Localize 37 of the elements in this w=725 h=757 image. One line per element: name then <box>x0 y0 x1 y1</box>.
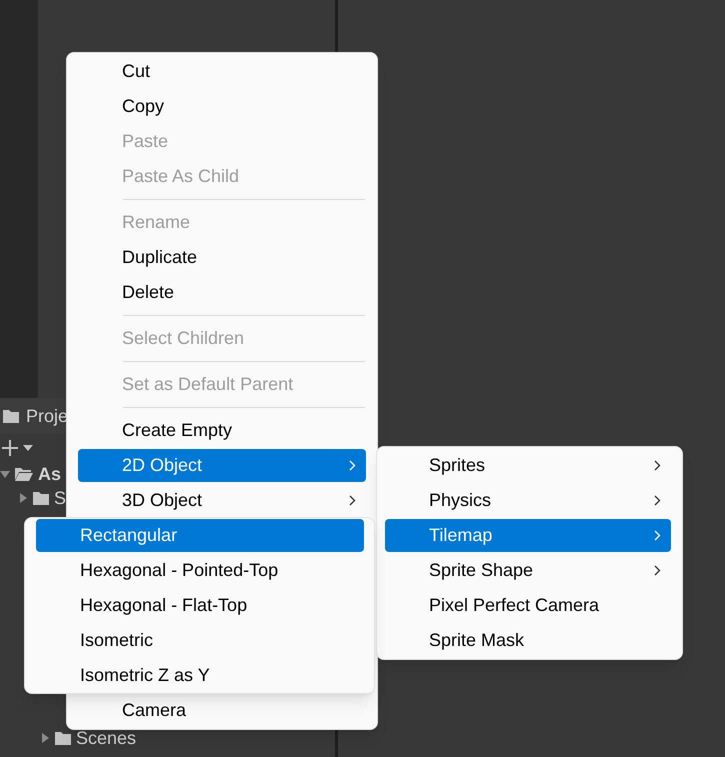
open-folder-icon <box>14 466 34 482</box>
menu-item[interactable]: Camera <box>78 694 366 727</box>
folder-icon <box>54 730 72 746</box>
menu-item[interactable]: Cut <box>78 55 366 88</box>
menu-item[interactable]: Sprites <box>385 449 671 482</box>
caret-icon[interactable] <box>23 445 33 451</box>
menu-item[interactable]: Rectangular <box>36 519 364 552</box>
collapsed-triangle-icon[interactable] <box>40 733 50 743</box>
menu-item[interactable]: Isometric Z as Y <box>36 659 364 692</box>
menu-item[interactable]: Copy <box>78 90 366 123</box>
chevron-right-icon <box>349 460 356 471</box>
menu-item[interactable]: Create Empty <box>78 414 366 447</box>
menu-item[interactable]: Duplicate <box>78 241 366 274</box>
chevron-right-icon <box>654 495 661 506</box>
menu-item[interactable]: Hexagonal - Flat-Top <box>36 589 364 622</box>
menu-item[interactable]: Physics <box>385 484 671 517</box>
folder-label[interactable]: S <box>54 484 66 512</box>
chevron-right-icon <box>654 565 661 576</box>
expanded-triangle-icon[interactable] <box>0 469 10 479</box>
menu-item[interactable]: Sprite Mask <box>385 624 671 657</box>
folder-icon <box>32 490 50 506</box>
menu-item[interactable]: 3D Object <box>78 484 366 517</box>
chevron-right-icon <box>349 495 356 506</box>
chevron-right-icon <box>654 530 661 541</box>
menu-item[interactable]: Delete <box>78 276 366 309</box>
menu-item[interactable]: Isometric <box>36 624 364 657</box>
folder-label[interactable]: As <box>38 460 62 488</box>
menu-item[interactable]: Tilemap <box>385 519 671 552</box>
collapsed-triangle-icon[interactable] <box>18 493 28 503</box>
plus-icon[interactable] <box>1 439 19 457</box>
menu-item[interactable]: Sprite Shape <box>385 554 671 587</box>
folder-icon <box>2 408 20 424</box>
menu-item[interactable]: Pixel Perfect Camera <box>385 589 671 622</box>
panel-tab[interactable]: Proje <box>26 402 68 430</box>
menu-item[interactable]: 2D Object <box>78 449 366 482</box>
menu-item[interactable]: Hexagonal - Pointed-Top <box>36 554 364 587</box>
chevron-right-icon <box>654 460 661 471</box>
